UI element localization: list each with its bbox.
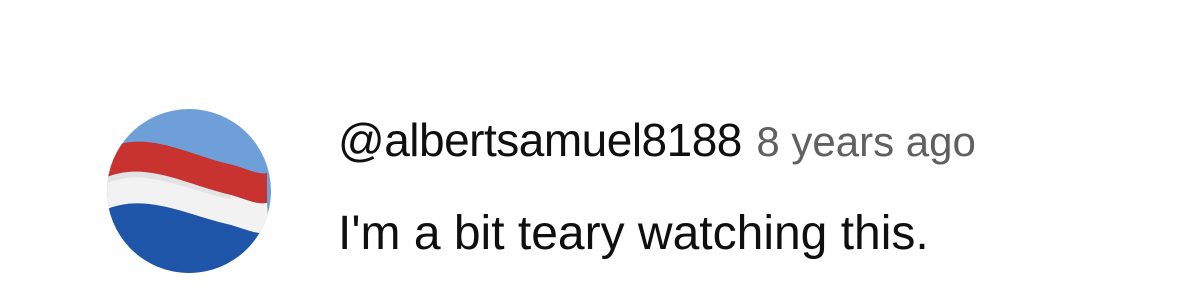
comment-text: I'm a bit teary watching this.: [338, 207, 929, 260]
comment-author[interactable]: @albertsamuel8188: [338, 114, 742, 166]
avatar[interactable]: [107, 109, 271, 273]
netherlands-flag-icon: [107, 109, 271, 273]
comment-item: @albertsamuel8188 8 years ago I'm a bit …: [0, 0, 1200, 300]
comment-header: @albertsamuel8188 8 years ago: [338, 117, 976, 163]
comment-timestamp[interactable]: 8 years ago: [756, 118, 975, 165]
